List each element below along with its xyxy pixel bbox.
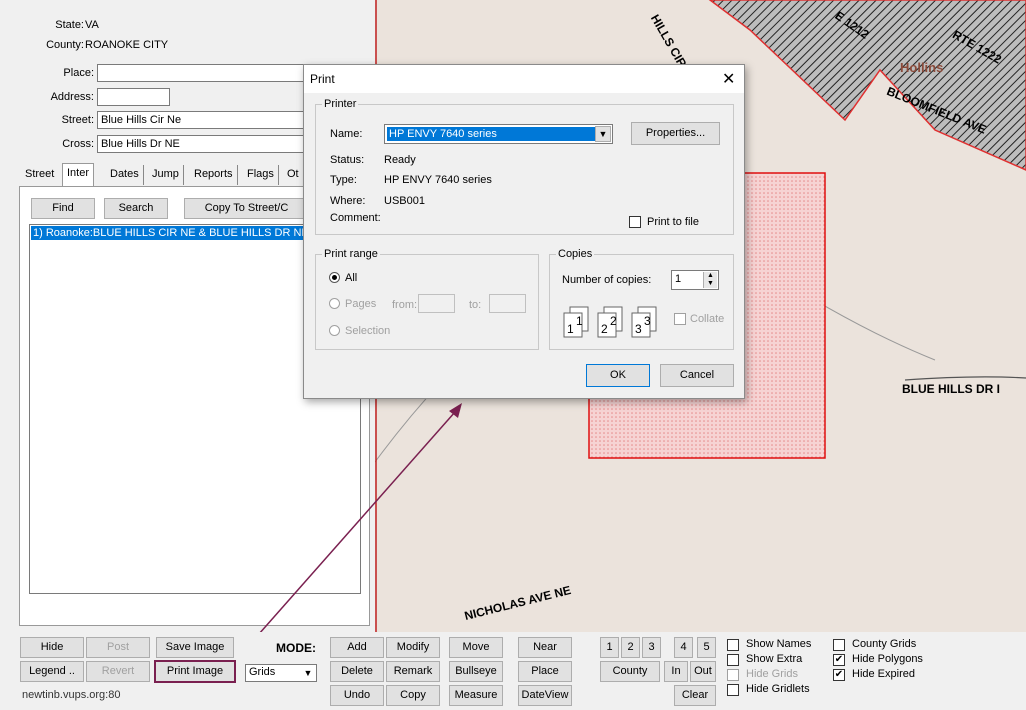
num-copies-stepper[interactable]: 1 ▲ ▼ (671, 270, 719, 290)
collate-checkbox[interactable] (674, 313, 686, 325)
zoom-3-button[interactable]: 3 (642, 637, 661, 658)
zoom-2-button[interactable]: 2 (621, 637, 640, 658)
revert-button[interactable]: Revert (86, 661, 150, 682)
printer-select-value: HP ENVY 7640 series (387, 127, 595, 141)
hide-polygons-label: Hide Polygons (852, 653, 923, 665)
print-dialog: Print ✕ Printer Name: HP ENVY 7640 serie… (303, 64, 745, 399)
type-label: Type: (330, 174, 357, 186)
chevron-down-icon[interactable]: ▼ (301, 666, 315, 680)
add-button[interactable]: Add (330, 637, 384, 658)
zoom-out-button[interactable]: Out (690, 661, 716, 682)
hide-expired-label: Hide Expired (852, 668, 915, 680)
from-label: from: (392, 299, 418, 311)
mode-label: MODE: (276, 641, 316, 655)
spinner-icon[interactable]: ▲ ▼ (703, 272, 717, 288)
modify-button[interactable]: Modify (386, 637, 440, 658)
clear-button[interactable]: Clear (674, 685, 716, 706)
pages-label: Pages (345, 298, 377, 310)
place-button[interactable]: Place (518, 661, 572, 682)
hide-polygons-checkbox[interactable]: ✔ (833, 654, 845, 666)
mode-select[interactable]: Grids ▼ (245, 664, 317, 682)
close-icon[interactable]: ✕ (722, 69, 735, 89)
dialog-title: Print (310, 72, 335, 86)
svg-text:2: 2 (601, 322, 608, 336)
selection-label: Selection (345, 325, 391, 337)
name-label: Name: (330, 128, 363, 140)
near-button[interactable]: Near (518, 637, 572, 658)
delete-button[interactable]: Delete (330, 661, 384, 682)
where-label: Where: (330, 195, 366, 207)
county-button[interactable]: County (600, 661, 660, 682)
zoom-5-button[interactable]: 5 (697, 637, 716, 658)
show-extra-label: Show Extra (746, 653, 803, 665)
to-input[interactable] (489, 294, 526, 313)
svg-text:1: 1 (567, 322, 574, 336)
zoom-4-button[interactable]: 4 (674, 637, 693, 658)
remark-button[interactable]: Remark (386, 661, 440, 682)
status-label: Status: (330, 154, 365, 166)
type-value: HP ENVY 7640 series (384, 174, 492, 186)
printer-select[interactable]: HP ENVY 7640 series ▼ (384, 124, 613, 144)
properties-button[interactable]: Properties... (631, 122, 720, 145)
zoom-in-button[interactable]: In (664, 661, 688, 682)
ok-button[interactable]: OK (586, 364, 650, 387)
pages-radio[interactable] (329, 298, 340, 309)
status-value: Ready (384, 154, 416, 166)
print-image-button[interactable]: Print Image (154, 660, 236, 683)
svg-text:3: 3 (635, 322, 642, 336)
all-label: All (345, 272, 358, 284)
undo-button[interactable]: Undo (330, 685, 384, 706)
copy-button[interactable]: Copy (386, 685, 440, 706)
print-to-file-checkbox[interactable] (629, 216, 641, 228)
hide-gridlets-label: Hide Gridlets (746, 683, 810, 695)
chevron-down-icon[interactable]: ▼ (595, 126, 611, 142)
selection-radio[interactable] (329, 325, 340, 336)
zoom-1-button[interactable]: 1 (600, 637, 619, 658)
print-to-file-label: Print to file (647, 216, 699, 228)
hide-gridlets-checkbox[interactable] (727, 684, 739, 696)
all-radio[interactable] (329, 272, 340, 283)
county-grids-label: County Grids (852, 638, 917, 650)
print-range-title: Print range (322, 248, 380, 260)
svg-text:3: 3 (644, 314, 651, 328)
show-names-checkbox[interactable] (727, 639, 739, 651)
from-input[interactable] (418, 294, 455, 313)
cancel-button[interactable]: Cancel (660, 364, 734, 387)
hide-grids-checkbox[interactable] (727, 669, 739, 681)
check-icon: ✔ (834, 654, 844, 665)
bullseye-button[interactable]: Bullseye (449, 661, 503, 682)
collate-illustration-icon: 11 22 33 (563, 306, 657, 338)
measure-button[interactable]: Measure (449, 685, 503, 706)
hide-button[interactable]: Hide (20, 637, 84, 658)
server-status: newtinb.vups.org:80 (22, 689, 121, 701)
to-label: to: (469, 299, 482, 311)
hide-grids-label: Hide Grids (746, 668, 798, 680)
svg-text:2: 2 (610, 314, 617, 328)
county-grids-checkbox[interactable] (833, 639, 845, 651)
hide-expired-checkbox[interactable]: ✔ (833, 669, 845, 681)
dateview-button[interactable]: DateView (518, 685, 572, 706)
legend-button[interactable]: Legend .. (20, 661, 84, 682)
num-copies-value: 1 (675, 273, 682, 285)
save-image-button[interactable]: Save Image (156, 637, 234, 658)
where-value: USB001 (384, 195, 425, 207)
collate-label: Collate (690, 313, 725, 325)
comment-label: Comment: (330, 212, 381, 224)
dialog-titlebar[interactable] (304, 65, 744, 93)
printer-group-title: Printer (322, 98, 359, 110)
svg-text:1: 1 (576, 314, 583, 328)
move-button[interactable]: Move (449, 637, 503, 658)
show-names-label: Show Names (746, 638, 812, 650)
post-button[interactable]: Post (86, 637, 150, 658)
copies-title: Copies (556, 248, 595, 260)
show-extra-checkbox[interactable] (727, 654, 739, 666)
num-copies-label: Number of copies: (562, 274, 652, 286)
check-icon: ✔ (834, 669, 844, 680)
mode-select-value: Grids (249, 666, 276, 678)
